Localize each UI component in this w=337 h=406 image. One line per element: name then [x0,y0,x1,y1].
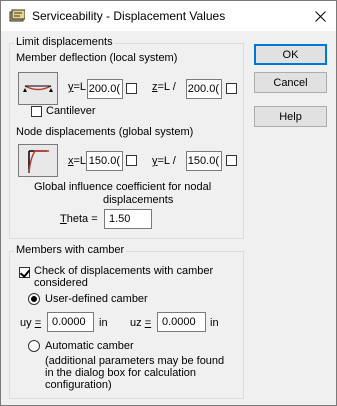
window-title: Serviceability - Displacement Values [32,9,226,23]
user-defined-camber-radio[interactable] [28,293,40,305]
member-deflection-label: Member deflection (local system) [16,52,178,64]
automatic-camber-radio[interactable] [28,340,40,352]
uy-unit: in [99,317,108,329]
cantilever-label: Cantilever [46,105,96,117]
uy-label: uy = [20,317,42,329]
cancel-button[interactable]: Cancel [254,72,327,93]
automatic-camber-label: Automatic camber [45,340,134,352]
close-button[interactable] [304,2,337,31]
camber-note-line2: in the dialog box for calculation [45,367,197,379]
y-deflection-input[interactable]: 200.0( [87,79,123,99]
x-displacement-input[interactable]: 150.0( [86,151,123,171]
uz-label: uz = [130,317,152,329]
z-deflection-input[interactable]: 200.0( [186,79,222,99]
uz-input[interactable]: 0.0000 [157,312,206,332]
members-with-camber-label: Members with camber [14,244,127,256]
camber-note-line1: (additional parameters may be found [45,355,225,367]
frame-displacement-icon [28,150,49,174]
node-displacement-button[interactable] [18,144,58,177]
member-deflection-button[interactable] [18,72,58,105]
uy-input[interactable]: 0.0000 [47,312,94,332]
y2-label: y=L / [152,155,176,167]
user-defined-camber-label: User-defined camber [45,293,148,305]
camber-note-line3: configuration) [45,379,112,391]
ok-label: OK [282,48,299,61]
help-label: Help [279,110,302,123]
theta-input[interactable]: 1.50 [104,209,152,229]
cantilever-checkbox[interactable] [31,106,42,117]
coefficient-label-line2: displacements [103,194,174,206]
beam-deflection-icon [23,85,53,92]
coefficient-label-line1: Global influence coefficient for nodal [34,181,212,193]
cancel-label: Cancel [273,76,308,89]
camber-check-checkbox[interactable] [19,267,30,278]
uz-unit: in [210,317,219,329]
y-displacement-checkbox[interactable] [226,155,237,166]
close-icon [315,11,326,22]
z-deflection-checkbox[interactable] [226,83,237,94]
y-displacement-input[interactable]: 150.0( [186,151,222,171]
title-bar: Serviceability - Displacement Values [1,1,336,31]
camber-check-label-line2: considered [34,277,88,289]
limit-displacements-label: Limit displacements [14,36,115,48]
camber-check-label-line1: Check of displacements with camber [34,265,214,277]
help-button[interactable]: Help [254,106,327,127]
x-displacement-checkbox[interactable] [126,155,137,166]
theta-label: Theta = [60,213,98,225]
z-label: z=L / [152,81,176,93]
app-icon [9,9,25,22]
ok-button[interactable]: OK [254,44,327,65]
node-displacements-label: Node displacements (global system) [16,126,194,138]
y-deflection-checkbox[interactable] [126,83,137,94]
